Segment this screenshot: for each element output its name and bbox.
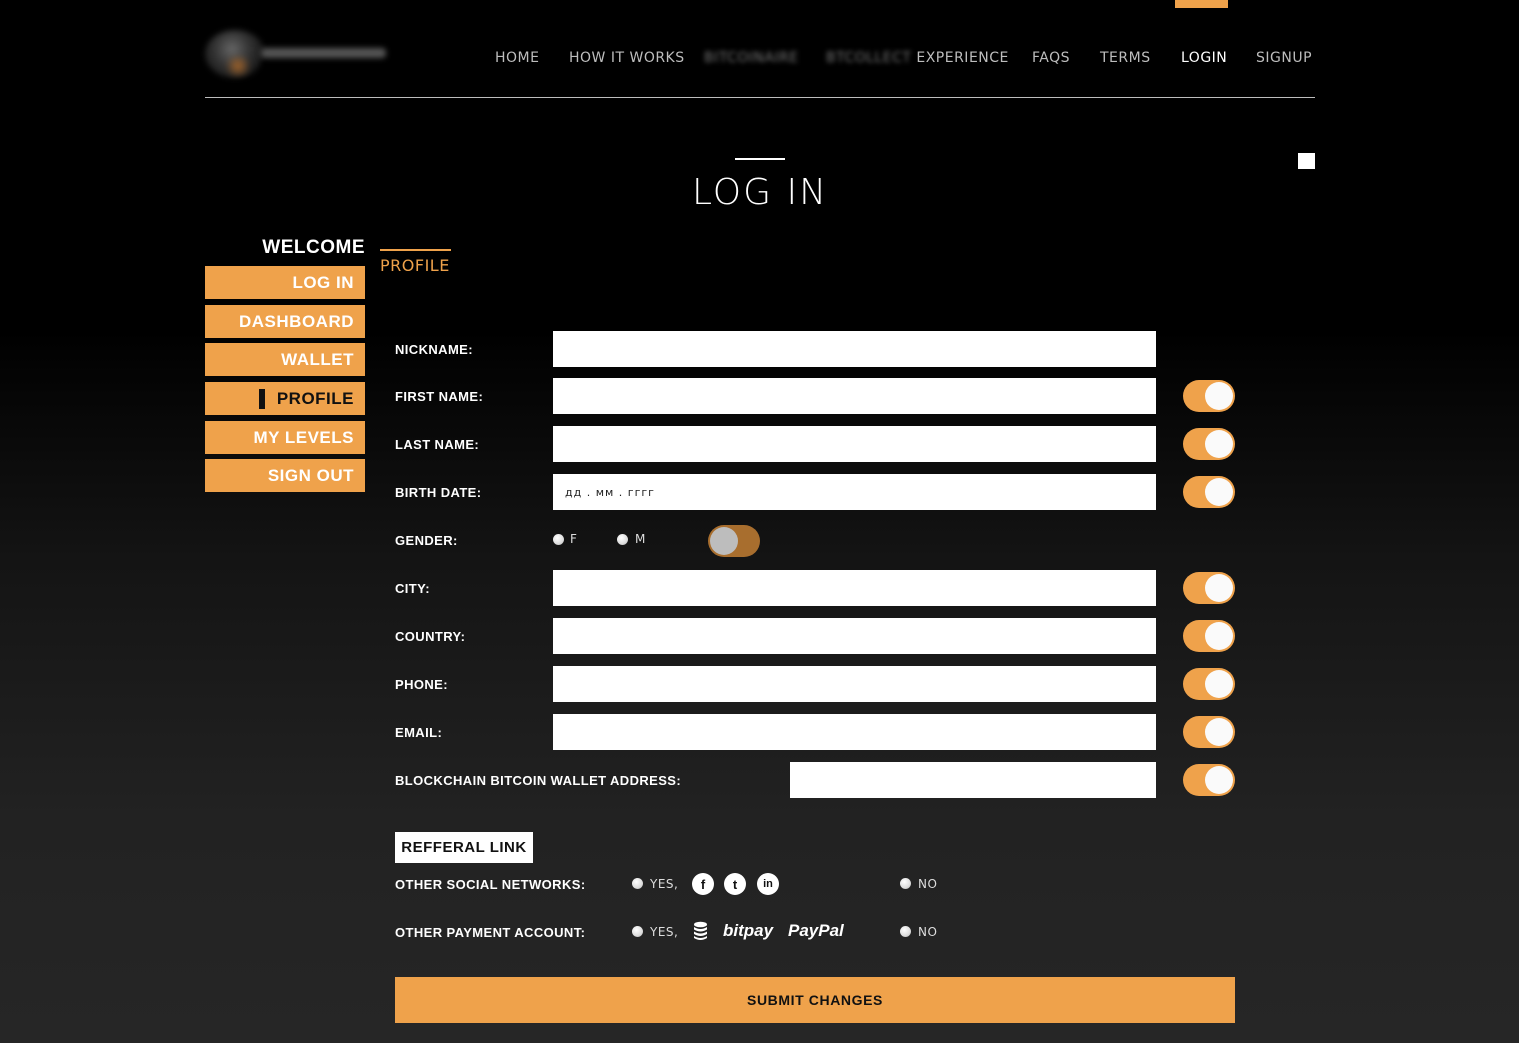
nav-terms[interactable]: TERMS bbox=[1100, 50, 1151, 70]
sidebar-item-label: DASHBOARD bbox=[239, 311, 354, 331]
city-visibility-toggle[interactable] bbox=[1183, 572, 1235, 604]
sidebar-item-dashboard[interactable]: DASHBOARD bbox=[205, 305, 365, 338]
nickname-field[interactable] bbox=[553, 331, 1156, 367]
payment-yes-radio[interactable] bbox=[632, 926, 643, 937]
phone-field[interactable] bbox=[553, 666, 1156, 702]
paypal-logo[interactable]: PayPal bbox=[788, 921, 844, 941]
last-name-field[interactable] bbox=[553, 426, 1156, 462]
sidebar-item-label: MY LEVELS bbox=[253, 427, 354, 447]
header-divider bbox=[205, 97, 1315, 98]
wallet-visibility-toggle[interactable] bbox=[1183, 764, 1235, 796]
toggle-knob bbox=[1205, 766, 1233, 794]
payment-account-label: OTHER PAYMENT ACCOUNT: bbox=[395, 925, 586, 940]
toggle-knob bbox=[1205, 670, 1233, 698]
first-name-visibility-toggle[interactable] bbox=[1183, 380, 1235, 412]
sidebar-item-my-levels[interactable]: MY LEVELS bbox=[205, 421, 365, 454]
nav-home[interactable]: HOME bbox=[495, 50, 539, 70]
wallet-address-field[interactable] bbox=[790, 762, 1156, 798]
nav-experience[interactable]: BTCOLLECT EXPERIENCE bbox=[826, 50, 1009, 70]
toggle-knob bbox=[1205, 430, 1233, 458]
wallet-address-label: BLOCKCHAIN BITCOIN WALLET ADDRESS: bbox=[395, 773, 682, 788]
sidebar-item-wallet[interactable]: WALLET bbox=[205, 343, 365, 376]
twitter-icon[interactable]: t bbox=[724, 873, 746, 895]
nav-blurred-label: BITCOINAIRE bbox=[704, 50, 799, 66]
last-name-visibility-toggle[interactable] bbox=[1183, 428, 1235, 460]
nav-blurred-item[interactable]: BITCOINAIRE bbox=[704, 50, 799, 70]
toggle-knob bbox=[1205, 574, 1233, 602]
toggle-knob bbox=[1205, 718, 1233, 746]
nav-signup[interactable]: SIGNUP bbox=[1256, 50, 1312, 70]
toggle-knob bbox=[1205, 622, 1233, 650]
phone-visibility-toggle[interactable] bbox=[1183, 668, 1235, 700]
country-field[interactable] bbox=[553, 618, 1156, 654]
sidebar-item-profile[interactable]: PROFILE bbox=[205, 382, 365, 415]
country-visibility-toggle[interactable] bbox=[1183, 620, 1235, 652]
nickname-label: NICKNAME: bbox=[395, 342, 473, 357]
birth-date-label: BIRTH DATE: bbox=[395, 485, 482, 500]
sidebar-item-label: SIGN OUT bbox=[267, 465, 354, 485]
referral-link-button[interactable]: REFFERAL LINK bbox=[395, 832, 533, 863]
gender-visibility-toggle[interactable] bbox=[708, 525, 760, 557]
gender-f-radio[interactable] bbox=[553, 534, 564, 545]
payment-no-label: NO bbox=[918, 925, 938, 939]
social-no-label: NO bbox=[918, 877, 938, 891]
nav-how-it-works[interactable]: HOW IT WORKS bbox=[569, 50, 685, 70]
submit-changes-button[interactable]: SUBMIT CHANGES bbox=[395, 977, 1235, 1023]
birth-date-visibility-toggle[interactable] bbox=[1183, 476, 1235, 508]
first-name-field[interactable] bbox=[553, 378, 1156, 414]
social-networks-label: OTHER SOCIAL NETWORKS: bbox=[395, 877, 586, 892]
coin-stack-icon[interactable] bbox=[693, 921, 708, 941]
sidebar-item-label: WALLET bbox=[281, 349, 354, 369]
gender-f-label: F bbox=[570, 532, 578, 546]
city-label: CITY: bbox=[395, 581, 430, 596]
social-yes-label: YES, bbox=[650, 877, 679, 891]
active-marker bbox=[258, 388, 265, 409]
site-logo[interactable] bbox=[203, 26, 388, 82]
toggle-knob bbox=[1205, 478, 1233, 506]
facebook-icon[interactable]: f bbox=[692, 873, 714, 895]
page-title: LOG IN bbox=[692, 172, 828, 213]
email-visibility-toggle[interactable] bbox=[1183, 716, 1235, 748]
toggle-knob bbox=[1205, 382, 1233, 410]
sidebar-item-log-in[interactable]: LOG IN bbox=[205, 266, 365, 299]
city-field[interactable] bbox=[553, 570, 1156, 606]
social-yes-radio[interactable] bbox=[632, 878, 643, 889]
linkedin-icon[interactable]: in bbox=[757, 873, 779, 895]
sidebar-welcome: WELCOME bbox=[262, 237, 365, 258]
last-name-label: LAST NAME: bbox=[395, 437, 480, 452]
birth-date-field[interactable] bbox=[553, 474, 1156, 510]
social-no-radio[interactable] bbox=[900, 878, 911, 889]
nav-experience-label: EXPERIENCE bbox=[916, 50, 1009, 66]
sidebar-item-sign-out[interactable]: SIGN OUT bbox=[205, 459, 365, 492]
nav-faqs[interactable]: FAQS bbox=[1032, 50, 1070, 70]
tab-active-line bbox=[380, 249, 451, 251]
payment-yes-label: YES, bbox=[650, 925, 679, 939]
toggle-knob bbox=[710, 527, 738, 555]
gender-m-label: M bbox=[635, 532, 646, 546]
phone-label: PHONE: bbox=[395, 677, 448, 692]
nav-experience-prefix: BTCOLLECT bbox=[826, 50, 912, 66]
gender-label: GENDER: bbox=[395, 533, 458, 548]
tab-profile[interactable]: PROFILE bbox=[380, 256, 450, 275]
corner-square[interactable] bbox=[1298, 153, 1315, 169]
sidebar-item-label: PROFILE bbox=[276, 388, 354, 408]
top-accent-bar bbox=[1175, 0, 1228, 8]
sidebar-item-label: LOG IN bbox=[292, 272, 354, 292]
nav-login[interactable]: LOGIN bbox=[1181, 50, 1227, 70]
title-accent-line bbox=[735, 158, 785, 160]
email-label: EMAIL: bbox=[395, 725, 443, 740]
email-field[interactable] bbox=[553, 714, 1156, 750]
country-label: COUNTRY: bbox=[395, 629, 466, 644]
gender-m-radio[interactable] bbox=[617, 534, 628, 545]
payment-no-radio[interactable] bbox=[900, 926, 911, 937]
bitpay-logo[interactable]: bitpay bbox=[723, 921, 773, 941]
first-name-label: FIRST NAME: bbox=[395, 389, 484, 404]
